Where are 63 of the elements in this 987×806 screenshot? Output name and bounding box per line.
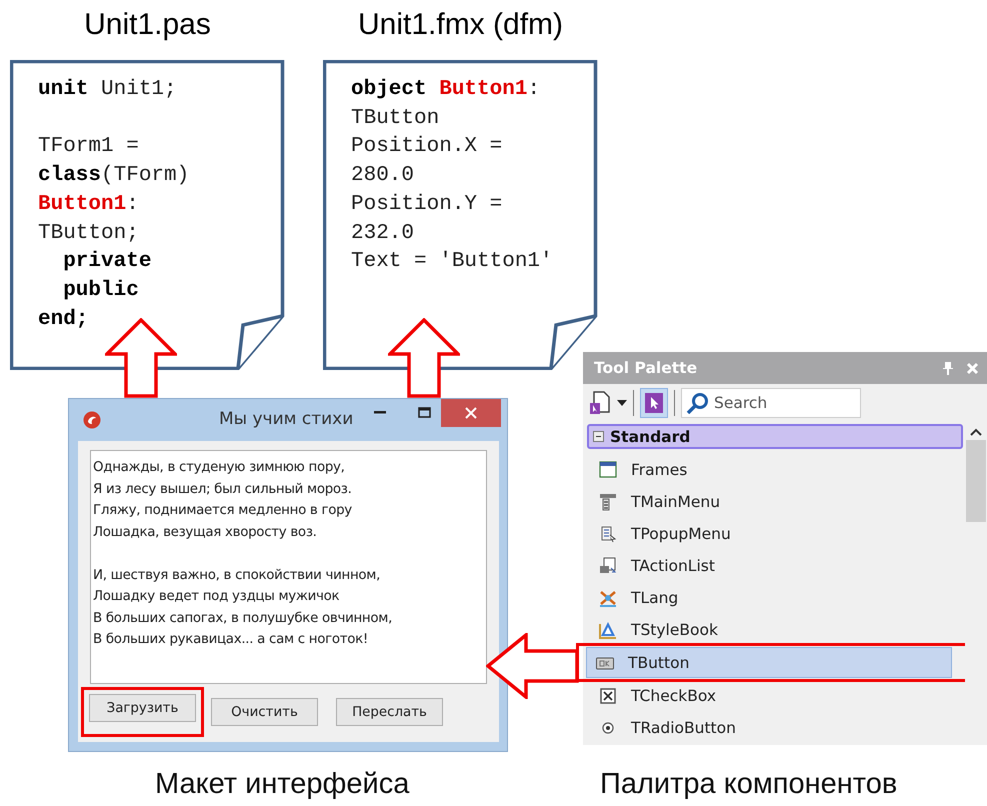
code-line: object Button1: [351, 77, 540, 103]
collapse-icon[interactable] [593, 431, 604, 442]
code-line: 280.0 [351, 163, 414, 190]
pointer-tool-button[interactable] [640, 388, 668, 418]
menu-bar-icon [598, 492, 618, 512]
code-line: 232.0 [351, 220, 414, 247]
scroll-up-icon[interactable] [970, 428, 982, 436]
frame-icon [598, 460, 618, 480]
form-button[interactable]: Загрузить [89, 694, 196, 722]
arrow-icon [105, 318, 177, 398]
text-memo[interactable] [90, 450, 487, 684]
scrollbar-thumb[interactable] [966, 440, 986, 522]
palette-item[interactable]: TButton [586, 647, 952, 678]
file-title: Unit1.pas [84, 8, 211, 42]
palette-item[interactable]: Frames [589, 454, 957, 485]
code-line: Button1: [38, 192, 139, 218]
dropdown-caret-icon[interactable] [617, 400, 627, 406]
panel-title: Tool Palette [594, 359, 698, 377]
code-line: Text = 'Button1' [351, 249, 553, 276]
poem-line: И, шествуя важно, в спокойствии чинном, [93, 566, 382, 584]
new-item-icon[interactable] [589, 390, 611, 416]
list-window-icon [598, 556, 618, 576]
file-title: Unit1.fmx (dfm) [358, 8, 564, 42]
palette-item[interactable]: TPopupMenu [589, 518, 957, 549]
poem-line: Гляжу, поднимается медленно в гору [93, 502, 353, 520]
code-line: Position.X = [351, 134, 502, 160]
code-line: private [62, 249, 152, 276]
code-line: TButton; [38, 220, 139, 246]
poem-line: В больших рукавицах... а сам с ноготок! [93, 631, 369, 649]
window-title: Мы учим стихи [219, 409, 354, 429]
diagram-caption: Макет интерфейса [155, 768, 410, 800]
diagram-caption: Палитра компонентов [600, 768, 898, 800]
poem-line: Однажды, в студеную зимнюю пору, [93, 459, 346, 477]
search-field[interactable]: Search [681, 388, 861, 418]
code-line: public [62, 278, 139, 304]
code-line: unit Unit1; [38, 77, 177, 103]
palette-item[interactable]: TCheckBox [589, 680, 957, 711]
form-button[interactable]: Очистить [211, 698, 318, 726]
checkbox-icon [598, 686, 618, 706]
arrow-icon [388, 318, 460, 398]
form-button[interactable]: Переслать [336, 698, 443, 726]
palette-item[interactable]: TRadioButton [589, 712, 957, 743]
triangle-ruler-icon [598, 620, 618, 640]
code-line: TForm1 = [38, 134, 139, 160]
close-icon [465, 407, 477, 419]
category-header[interactable]: Standard [587, 424, 963, 449]
close-button[interactable] [441, 399, 501, 427]
code-line: class(TForm) [38, 163, 190, 190]
app-logo-icon [83, 411, 101, 429]
poem-line: В больших сапогах, в полушубке овчинном, [93, 610, 394, 628]
poem-line: Лошадку ведет под уздцы мужичок [93, 588, 340, 606]
search-icon [686, 392, 710, 414]
palette-item[interactable]: TStyleBook [589, 614, 957, 645]
poem-line: Я из лесу вышел; был сильный мороз. [93, 480, 353, 498]
code-line: Position.Y = [351, 192, 502, 218]
palette-item[interactable]: TLang [589, 582, 957, 613]
poem-line: Лошадка, везущая хворосту воз. [93, 524, 318, 542]
code-line: TButton [351, 106, 440, 132]
code-line: end; [38, 306, 88, 333]
minimize-icon [374, 410, 386, 414]
palette-item[interactable]: TMainMenu [589, 486, 957, 517]
maximize-icon [418, 406, 430, 418]
palette-item[interactable]: TActionList [589, 550, 957, 581]
